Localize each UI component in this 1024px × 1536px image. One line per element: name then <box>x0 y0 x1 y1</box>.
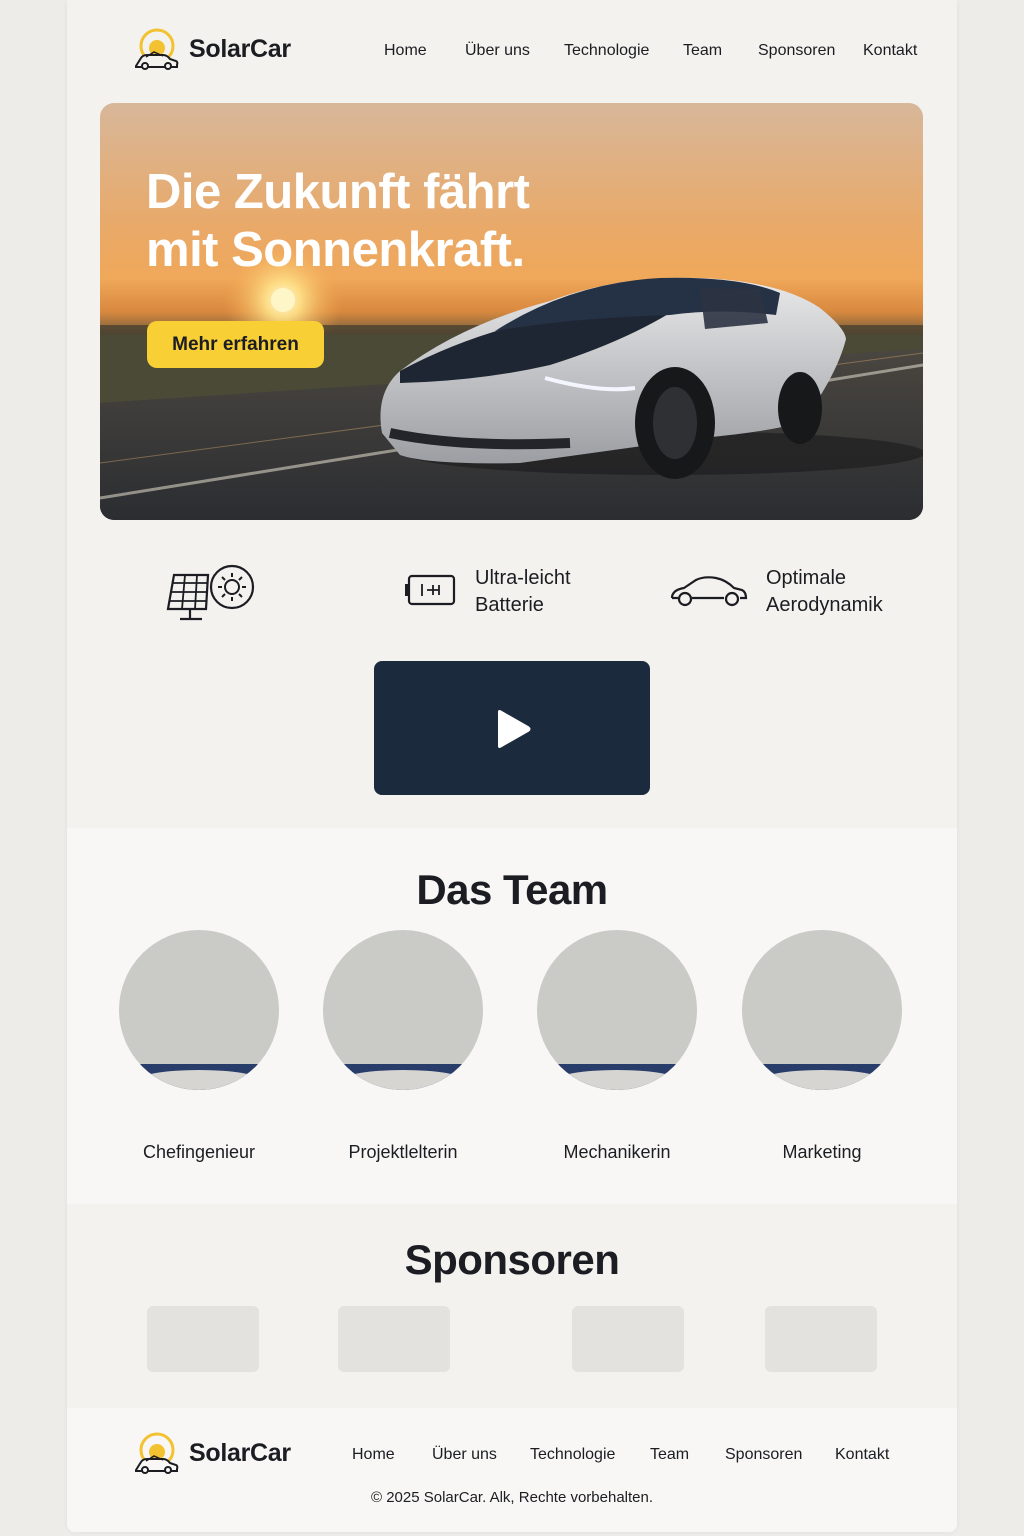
team-section: Das Team Chefingenieur Projektlelterin M… <box>67 828 957 1204</box>
video-player[interactable] <box>374 661 650 795</box>
sponsors-title: Sponsoren <box>404 1236 620 1283</box>
sponsors-section: Sponsoren <box>67 1204 957 1408</box>
nav-home[interactable]: Home <box>384 42 427 60</box>
footer-brand-name: SolarCar <box>189 1438 291 1467</box>
feature-battery-line2: Batterie <box>475 594 544 616</box>
footer-nav-about[interactable]: Über uns <box>432 1446 497 1464</box>
feature-aero-line1: Optimale <box>766 567 847 589</box>
member-role: Projektlelterin <box>348 1142 458 1162</box>
sponsor-logo[interactable] <box>147 1306 259 1372</box>
sun-car-logo-icon <box>133 1432 179 1474</box>
hero-title-line2: mit Sonnenkraft. <box>146 223 525 277</box>
avatar <box>323 930 483 1090</box>
nav-sponsors[interactable]: Sponsoren <box>758 42 835 60</box>
learn-more-button[interactable]: Mehr erfahren <box>147 321 324 368</box>
team-title: Das Team <box>416 866 608 913</box>
battery-icon <box>405 573 457 612</box>
footer-nav-contact[interactable]: Kontakt <box>835 1446 889 1464</box>
member-role: Marketing <box>782 1142 862 1162</box>
car-outline-icon <box>670 572 748 613</box>
hero-title-line1: Die Zukunft fährt <box>146 165 530 219</box>
nav-contact[interactable]: Kontakt <box>863 42 917 60</box>
site-footer: SolarCar Home Über uns Technologie Team … <box>67 1408 957 1532</box>
solar-panel-sun-icon <box>160 563 256 628</box>
feature-battery: Ultra-leicht Batterie <box>405 565 571 619</box>
avatar <box>537 930 697 1090</box>
member-role: Mechanikerin <box>563 1142 671 1162</box>
sponsor-logo[interactable] <box>765 1306 877 1372</box>
hero-banner: Die Zukunft fährt mit Sonnenkraft. Mehr … <box>100 103 923 520</box>
main-nav: Home Über uns Technologie Team Sponsoren… <box>67 42 957 64</box>
nav-technology[interactable]: Technologie <box>564 42 649 60</box>
nav-about[interactable]: Über uns <box>465 42 530 60</box>
page: SolarCar Home Über uns Technologie Team … <box>67 0 957 1532</box>
member-role: Chefingenieur <box>142 1142 256 1162</box>
site-header: SolarCar Home Über uns Technologie Team … <box>67 0 957 100</box>
footer-nav-home[interactable]: Home <box>352 1446 395 1464</box>
copyright: © 2025 SolarCar. Alk, Rechte vorbehalten… <box>370 1489 654 1506</box>
avatar <box>742 930 902 1090</box>
sponsor-logo[interactable] <box>572 1306 684 1372</box>
footer-nav-team[interactable]: Team <box>650 1446 689 1464</box>
footer-nav-technology[interactable]: Technologie <box>530 1446 615 1464</box>
feature-aero-line2: Aerodynamik <box>766 594 883 616</box>
feature-solar <box>160 563 256 628</box>
footer-brand[interactable]: SolarCar <box>133 1432 291 1474</box>
sponsor-logo[interactable] <box>338 1306 450 1372</box>
avatar <box>119 930 279 1090</box>
footer-nav-sponsors[interactable]: Sponsoren <box>725 1446 802 1464</box>
hero-title: Die Zukunft fährt mit Sonnenkraft. <box>146 163 606 279</box>
feature-aerodynamics: Optimale Aerodynamik <box>670 565 883 619</box>
nav-team[interactable]: Team <box>683 42 722 60</box>
feature-battery-line1: Ultra-leicht <box>475 567 571 589</box>
